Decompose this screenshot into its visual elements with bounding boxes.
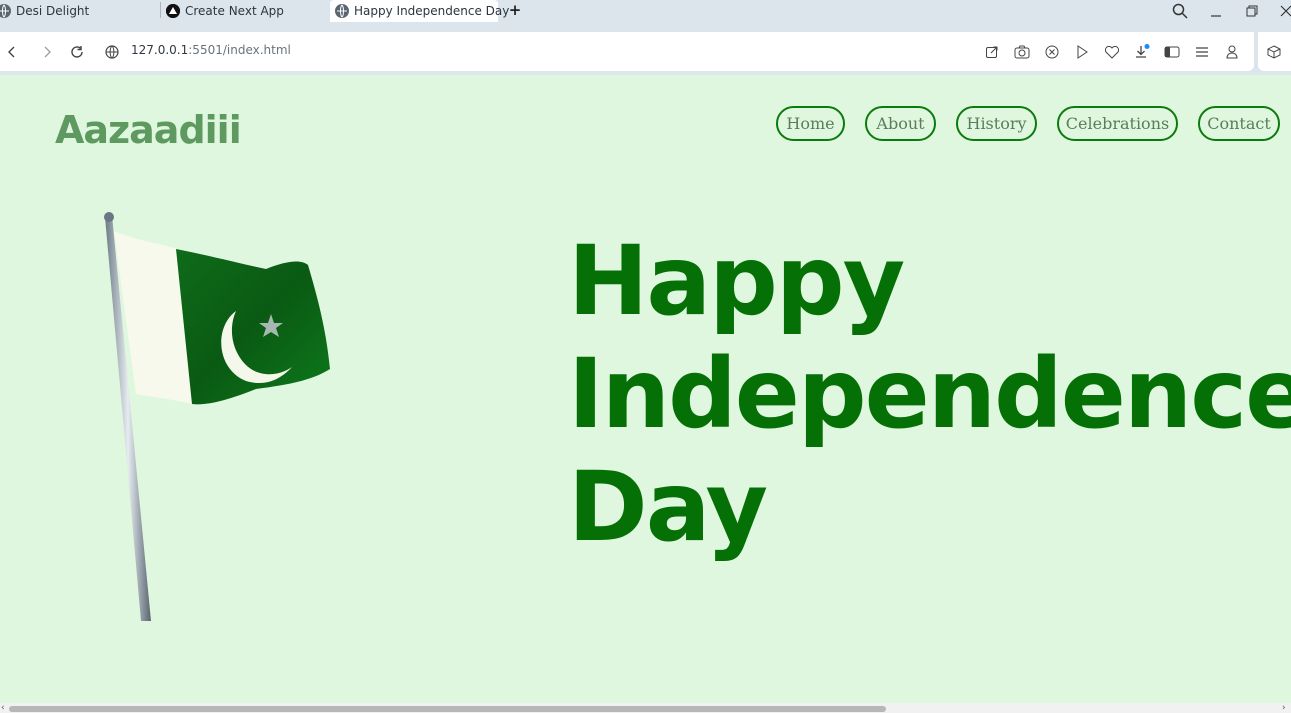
pakistan-flag-image	[104, 212, 330, 621]
page-viewport: Aazaadiii Home About History Celebration…	[0, 75, 1291, 703]
browser-toolbar: 127.0.0.1:5501/index.html	[0, 32, 1291, 72]
globe-icon	[335, 4, 349, 18]
nav-about-button[interactable]: About	[865, 106, 936, 141]
new-tab-button[interactable]: +	[506, 1, 524, 19]
extensions-icon[interactable]	[1265, 43, 1283, 61]
play-icon[interactable]	[1073, 43, 1091, 61]
address-bar-panel: 127.0.0.1:5501/index.html	[0, 32, 1254, 71]
profile-icon[interactable]	[1223, 43, 1241, 61]
nav-home-button[interactable]: Home	[776, 106, 845, 141]
camera-icon[interactable]	[1013, 43, 1031, 61]
url-path: :5501/index.html	[188, 43, 291, 57]
hero-line: Independence	[568, 338, 1291, 450]
hero-title: Happy Independence Day	[568, 225, 1291, 564]
hero-line: Happy	[568, 225, 905, 337]
tab-strip: Desi Delight Create Next App Happy Indep…	[0, 0, 1291, 32]
tab-title: Create Next App	[185, 4, 284, 18]
scroll-right-icon[interactable]: ›	[1282, 703, 1286, 713]
search-tabs-icon[interactable]	[1165, 0, 1195, 22]
globe-icon	[0, 4, 11, 18]
hero-line: Day	[568, 451, 768, 563]
url-host: 127.0.0.1	[131, 43, 189, 57]
download-icon[interactable]	[1133, 43, 1151, 61]
nav-history-button[interactable]: History	[956, 106, 1037, 141]
tune-icon[interactable]	[1193, 43, 1211, 61]
back-icon[interactable]	[2, 42, 22, 62]
shield-icon[interactable]	[1043, 43, 1061, 61]
site-info-icon[interactable]	[102, 42, 122, 62]
restore-icon[interactable]	[1237, 0, 1267, 22]
tab-title: Desi Delight	[16, 4, 90, 18]
scroll-left-icon[interactable]: ‹	[1, 703, 5, 713]
sidebar-icon[interactable]	[1163, 43, 1181, 61]
extensions-panel	[1258, 32, 1291, 71]
tab-title: Happy Independence Day	[354, 4, 510, 18]
close-icon[interactable]	[1271, 0, 1291, 22]
share-icon[interactable]	[983, 43, 1001, 61]
nav-celebrations-button[interactable]: Celebrations	[1057, 106, 1178, 141]
tab-create-next-app[interactable]: Create Next App	[166, 0, 284, 22]
main-nav: Home About History Celebrations Contact	[0, 106, 1291, 142]
reload-icon[interactable]	[67, 42, 87, 62]
tab-desi-delight[interactable]: Desi Delight	[0, 0, 89, 22]
minimize-icon[interactable]	[1201, 0, 1231, 22]
horizontal-scrollbar[interactable]: ‹ ›	[0, 703, 1291, 713]
nav-contact-button[interactable]: Contact	[1198, 106, 1280, 141]
address-bar-input[interactable]: 127.0.0.1:5501/index.html	[131, 43, 291, 57]
tab-happy-independence-day[interactable]: Happy Independence Day	[330, 0, 509, 22]
scrollbar-thumb[interactable]	[9, 706, 886, 712]
heart-icon[interactable]	[1103, 43, 1121, 61]
tab-divider	[160, 2, 161, 18]
nextjs-icon	[166, 4, 180, 18]
forward-icon[interactable]	[37, 42, 57, 62]
